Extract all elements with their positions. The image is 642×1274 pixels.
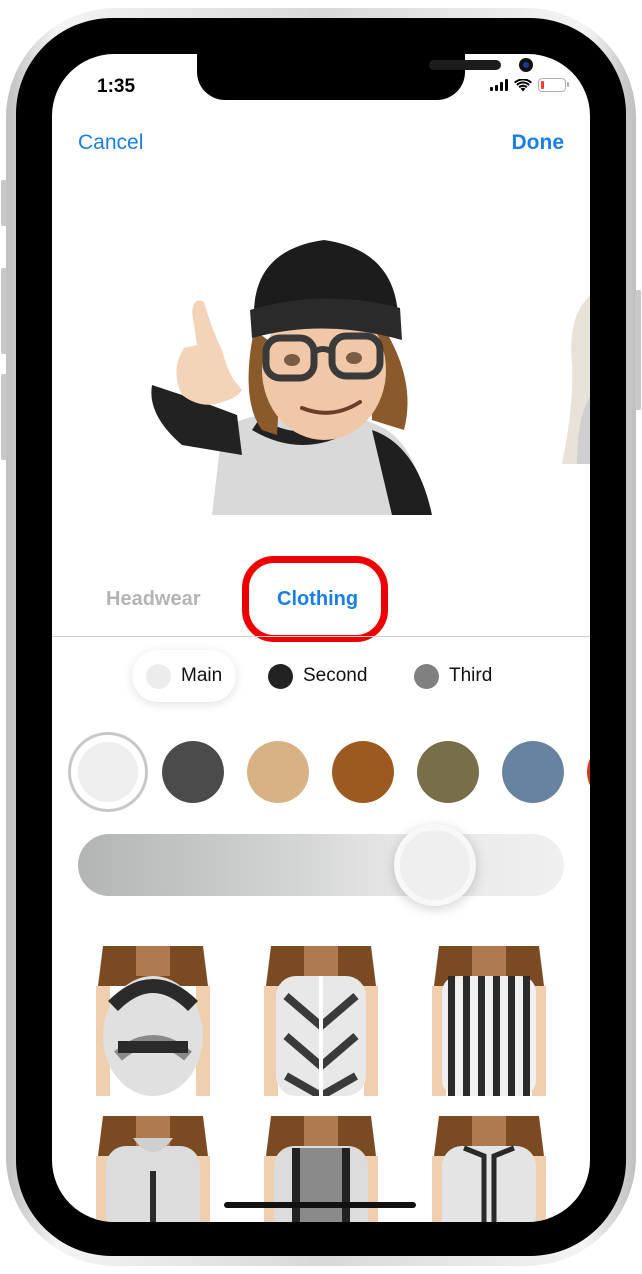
swatch-red-orange[interactable]: [587, 741, 590, 803]
tab-headwear[interactable]: Headwear: [106, 588, 201, 611]
chip-second-label: Second: [303, 665, 368, 686]
notch: [197, 54, 533, 100]
battery-level: [541, 81, 544, 89]
shade-slider-thumb[interactable]: [394, 824, 477, 906]
swatch-olive[interactable]: [417, 741, 479, 803]
cancel-button[interactable]: Cancel: [78, 131, 143, 155]
battery-icon: [538, 78, 569, 92]
chip-second[interactable]: Second: [254, 650, 381, 702]
color-dot-icon: [414, 663, 439, 689]
screen: 1:35 Cancel Done Headwear Clothing Main …: [52, 54, 590, 1222]
wifi-icon: [514, 78, 532, 91]
hand: [176, 300, 242, 405]
color-dot-icon: [146, 663, 171, 689]
swatch-tan[interactable]: [247, 741, 309, 803]
color-dot-icon: [268, 663, 293, 689]
volume-up-button: [1, 268, 7, 354]
volume-down-button: [1, 374, 7, 460]
clothing-option-vertical-stripe-dress[interactable]: [424, 946, 554, 1096]
next-memoji-preview[interactable]: [562, 294, 590, 464]
status-time: 1:35: [97, 76, 136, 97]
tabs-divider: [52, 636, 590, 637]
home-indicator[interactable]: [224, 1202, 416, 1208]
swatch-rust-brown[interactable]: [332, 741, 394, 803]
memoji-preview[interactable]: [142, 230, 442, 515]
clothing-option-hoodie-with-buttons[interactable]: [88, 1116, 218, 1222]
mute-switch: [1, 180, 7, 226]
swatch-light-gray[interactable]: [68, 732, 148, 812]
annotation-highlight-ring: [242, 556, 388, 642]
clothing-option-geometric-pattern-tunic[interactable]: [256, 946, 386, 1096]
clothing-option-striped-trim-robe[interactable]: [424, 1116, 554, 1222]
chip-main[interactable]: Main: [132, 650, 237, 702]
status-icons: [490, 78, 569, 92]
speaker-grille: [429, 60, 501, 70]
color-swatches: [68, 730, 590, 812]
chip-main-label: Main: [181, 665, 223, 686]
chip-third[interactable]: Third: [400, 650, 506, 702]
done-button[interactable]: Done: [512, 131, 565, 155]
swatch-slate-blue[interactable]: [502, 741, 564, 803]
front-camera: [519, 58, 533, 72]
chip-third-label: Third: [449, 665, 493, 686]
side-button: [635, 290, 641, 410]
shade-slider-track[interactable]: [78, 834, 564, 896]
clothing-option-swirl-pattern-dress[interactable]: [88, 946, 218, 1096]
cellular-signal-icon: [490, 79, 508, 91]
swatch-charcoal[interactable]: [162, 741, 224, 803]
swatch-fill: [78, 742, 138, 802]
color-target-selector: Main Second Third: [52, 650, 590, 706]
